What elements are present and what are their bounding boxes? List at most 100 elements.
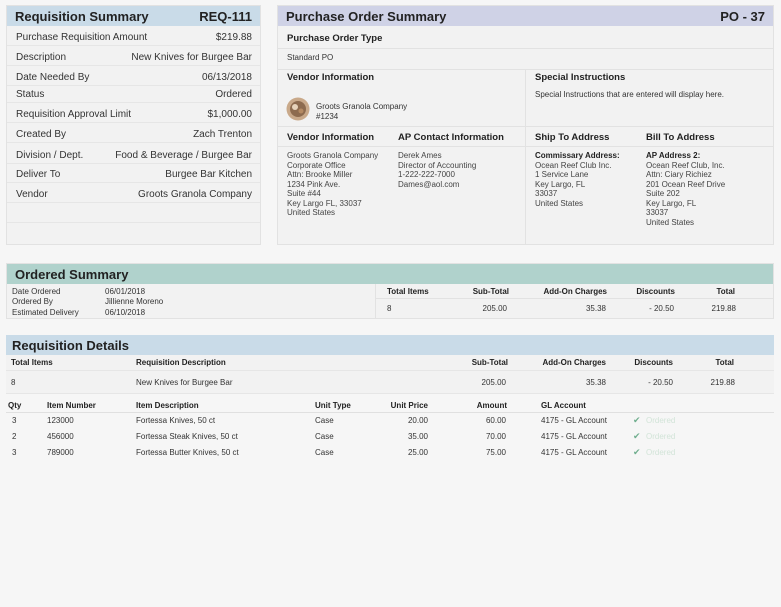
summary-row: Vendor Groots Granola Company <box>7 184 260 203</box>
vendor-info-address-label: Vendor Information <box>287 132 375 143</box>
ordered-total-items-value: 8 <box>387 304 392 313</box>
summary-row: Requisition Approval Limit $1,000.00 <box>7 104 260 123</box>
row-label: Date Needed By <box>16 72 90 83</box>
item-description: Fortessa Steak Knives, 50 ct <box>136 432 238 441</box>
date-ordered-value: 06/01/2018 <box>105 287 146 296</box>
contact-line: Dames@aol.com <box>398 179 460 189</box>
row-value: 06/13/2018 <box>201 72 252 83</box>
po-id: PO - 37 <box>720 9 765 24</box>
ordered-total-header: Total <box>716 287 735 296</box>
address-line: 1234 Pink Ave. <box>287 179 341 189</box>
address-line: Corporate Office <box>287 160 346 170</box>
item-status: Ordered <box>646 448 676 457</box>
po-summary-header: Purchase Order Summary PO - 37 <box>278 6 773 26</box>
details-sub-total-header: Sub-Total <box>471 358 508 367</box>
ship-to-address: Commissary Address: Ocean Reef Club Inc.… <box>535 151 620 208</box>
details-add-on-value: 35.38 <box>585 378 606 387</box>
details-sub-total-value: 205.00 <box>481 378 506 387</box>
checkmark-icon: ✔ <box>633 431 641 441</box>
item-description: Fortessa Knives, 50 ct <box>136 416 216 425</box>
address-line: Attn: Brooke Miller <box>287 170 353 179</box>
ship-to-title: Commissary Address: <box>535 151 620 160</box>
special-instructions-label: Special Instructions <box>535 72 626 83</box>
row-value: New Knives for Burgee Bar <box>131 52 252 63</box>
vendor-number: #1234 <box>316 112 339 121</box>
vendor-info-label: Vendor Information <box>287 72 375 83</box>
ap-contact: Derek Ames Director of Accounting 1-222-… <box>398 151 476 189</box>
requisition-summary-header: Requisition Summary REQ-111 <box>7 6 260 26</box>
ordered-discounts-value: - 20.50 <box>649 304 674 313</box>
address-line: Key Largo, FL <box>535 179 586 189</box>
row-value: Ordered <box>215 89 252 100</box>
address-line: United States <box>287 208 336 217</box>
details-summary-header-divider <box>6 370 774 371</box>
row-value: Food & Beverage / Burgee Bar <box>115 150 252 161</box>
item-unit-price: 20.00 <box>407 416 428 425</box>
ordered-add-on-value: 35.38 <box>585 304 606 313</box>
details-total-items-value: 8 <box>11 378 16 387</box>
ordered-sub-total-header: Sub-Total <box>472 287 509 296</box>
requisition-details-header: Requisition Details <box>6 335 774 355</box>
ordered-discounts-header: Discounts <box>636 287 675 296</box>
row-label: Description <box>16 52 67 63</box>
address-line: Groots Granola Company <box>287 151 379 160</box>
ship-to-label: Ship To Address <box>535 132 610 143</box>
qty-header: Qty <box>8 401 22 410</box>
summary-row: Status Ordered <box>7 84 260 103</box>
po-type-label: Purchase Order Type <box>287 33 383 44</box>
ordered-total-value: 219.88 <box>711 304 736 313</box>
details-total-value: 219.88 <box>710 378 735 387</box>
ordered-summary-title: Ordered Summary <box>15 267 129 282</box>
item-number-header: Item Number <box>47 401 96 410</box>
summary-row: Created By Zach Trenton <box>7 124 260 143</box>
summary-row: Deliver To Burgee Bar Kitchen <box>7 164 260 183</box>
details-total-items-header: Total Items <box>11 358 53 367</box>
requisition-summary-title: Requisition Summary <box>15 9 149 24</box>
item-amount: 60.00 <box>485 416 506 425</box>
date-ordered-label: Date Ordered <box>12 287 61 296</box>
item-unit-type: Case <box>315 416 334 425</box>
row-label: Vendor <box>16 189 48 200</box>
contact-line: 1-222-222-7000 <box>398 170 455 179</box>
item-status: Ordered <box>646 416 676 425</box>
estimated-delivery-value: 06/10/2018 <box>105 308 146 317</box>
summary-row: Purchase Requisition Amount $219.88 <box>7 27 260 46</box>
address-line: Suite 202 <box>646 189 680 198</box>
item-description: Fortessa Butter Knives, 50 ct <box>136 448 239 457</box>
purchase-order-summary-panel: Purchase Order Summary PO - 37 Purchase … <box>277 5 774 245</box>
details-discounts-value: - 20.50 <box>648 378 673 387</box>
special-instructions-text: Special Instructions that are entered wi… <box>535 90 724 99</box>
ap-contact-label: AP Contact Information <box>398 132 504 143</box>
item-unit-type: Case <box>315 448 334 457</box>
row-label: Created By <box>16 129 67 140</box>
address-line: United States <box>535 198 584 208</box>
address-line: Key Largo, FL <box>646 198 697 208</box>
ordered-by-label: Ordered By <box>12 297 53 306</box>
contact-line: Director of Accounting <box>398 160 477 170</box>
row-value: Burgee Bar Kitchen <box>165 169 252 180</box>
vendor-address: Groots Granola Company Corporate Office … <box>287 151 378 218</box>
unit-price-header: Unit Price <box>390 401 428 410</box>
address-line: Ocean Reef Club Inc. <box>535 160 612 170</box>
address-line: 1 Service Lane <box>535 170 589 179</box>
item-number: 789000 <box>47 448 74 457</box>
address-line: 201 Ocean Reef Drive <box>646 179 726 189</box>
row-label: Purchase Requisition Amount <box>16 32 148 43</box>
amount-header: Amount <box>476 401 507 410</box>
row-label: Status <box>16 89 45 100</box>
ordered-by-value: Jillienne Moreno <box>105 297 164 306</box>
address-line: Attn: Ciary Richiez <box>646 170 712 179</box>
details-description-header: Requisition Description <box>136 358 226 367</box>
po-divider <box>278 48 773 49</box>
ordered-summary-header: Ordered Summary <box>7 264 773 284</box>
item-gl-account: 4175 - GL Account <box>541 448 607 457</box>
po-type-value: Standard PO <box>287 53 334 62</box>
vendor-logo-icon <box>286 97 310 121</box>
item-qty: 3 <box>12 448 17 457</box>
address-line: Key Largo FL, 33037 <box>287 198 362 208</box>
bill-to-label: Bill To Address <box>646 132 715 143</box>
item-unit-price: 25.00 <box>407 448 428 457</box>
row-value: Zach Trenton <box>193 129 252 140</box>
item-number: 456000 <box>47 432 74 441</box>
row-value: Groots Granola Company <box>138 189 252 200</box>
